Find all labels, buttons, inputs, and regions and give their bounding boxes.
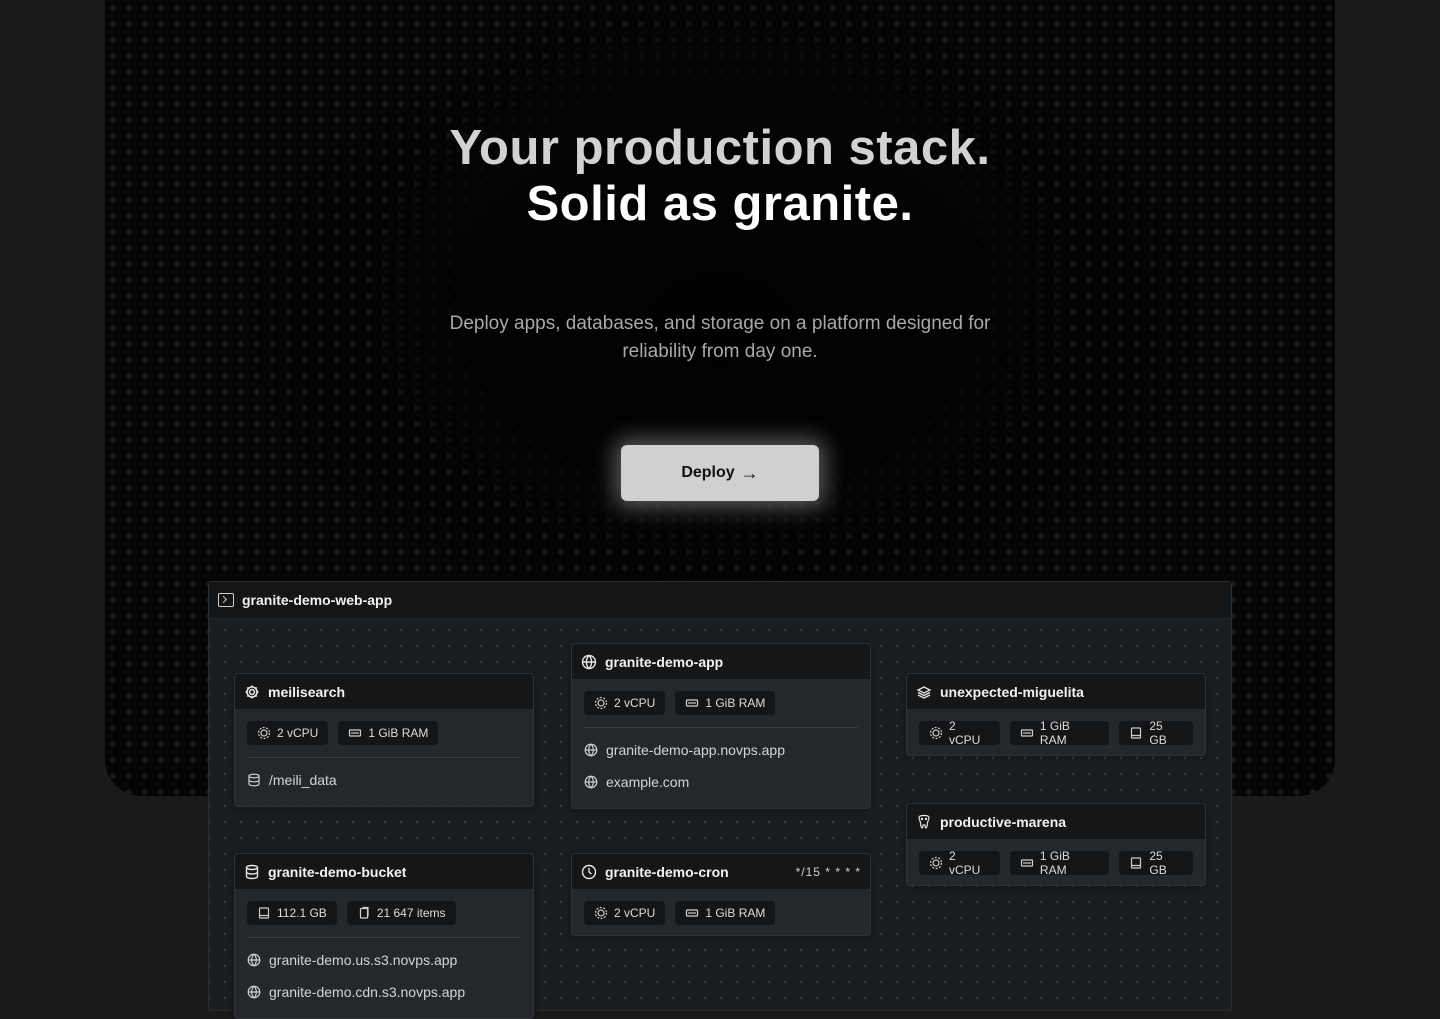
cpu-icon bbox=[929, 726, 943, 740]
disk-icon bbox=[1129, 856, 1143, 870]
domain-link[interactable]: granite-demo-app.novps.app bbox=[584, 734, 858, 766]
hero-subtitle: Deploy apps, databases, and storage on a… bbox=[449, 313, 991, 362]
cpu-icon bbox=[929, 856, 943, 870]
globe-icon bbox=[247, 985, 261, 999]
volume-path: /meili_data bbox=[269, 772, 337, 788]
deploy-button-label: Deploy bbox=[681, 464, 735, 481]
service-card-granite-demo-bucket[interactable]: granite-demo-bucket 112.1 GB 21 647 item… bbox=[234, 853, 534, 1019]
disk-chip: 25 GB bbox=[1119, 849, 1193, 877]
memory-icon bbox=[348, 726, 362, 740]
deploy-button[interactable]: Deploy → bbox=[621, 445, 819, 501]
memory-icon bbox=[685, 696, 699, 710]
cpu-chip: 2 vCPU bbox=[919, 849, 1000, 877]
card-header: productive-marena bbox=[907, 804, 1205, 839]
card-header: granite-demo-cron */15 * * * * bbox=[572, 854, 870, 889]
memory-icon bbox=[1020, 726, 1034, 740]
card-header: granite-demo-app bbox=[572, 644, 870, 679]
project-canvas: granite-demo-web-app meilisearch 2 vCPU … bbox=[208, 581, 1232, 1019]
card-title: granite-demo-bucket bbox=[268, 863, 407, 880]
layers-icon bbox=[916, 684, 932, 700]
cpu-icon bbox=[257, 726, 271, 740]
project-header[interactable]: granite-demo-web-app bbox=[209, 582, 1231, 619]
service-card-granite-demo-cron[interactable]: granite-demo-cron */15 * * * * 2 vCPU 1 … bbox=[571, 853, 871, 936]
gear-icon bbox=[244, 684, 260, 700]
cron-schedule: */15 * * * * bbox=[795, 864, 861, 879]
cpu-chip: 2 vCPU bbox=[584, 901, 666, 925]
cpu-chip: 2 vCPU bbox=[584, 691, 666, 715]
ram-chip: 1 GiB RAM bbox=[675, 901, 776, 925]
domain-link[interactable]: example.com bbox=[584, 766, 858, 798]
postgres-elephant-icon bbox=[916, 814, 932, 830]
size-chip: 112.1 GB bbox=[247, 901, 337, 925]
clock-icon bbox=[581, 864, 597, 880]
globe-icon bbox=[247, 953, 261, 967]
ram-chip: 1 GiB RAM bbox=[675, 691, 776, 715]
card-header: unexpected-miguelita bbox=[907, 674, 1205, 709]
card-title: meilisearch bbox=[268, 683, 346, 700]
memory-icon bbox=[1020, 856, 1034, 870]
service-card-productive-marena[interactable]: productive-marena 2 vCPU 1 GiB RAM 25 GB bbox=[906, 803, 1206, 886]
domain-link[interactable]: granite-demo.cdn.s3.novps.app bbox=[247, 976, 521, 1008]
items-chip: 21 647 items bbox=[346, 901, 456, 925]
globe-icon bbox=[584, 775, 598, 789]
domain-link[interactable]: granite-demo.us.s3.novps.app bbox=[247, 944, 521, 976]
disk-chip: 25 GB bbox=[1119, 719, 1193, 747]
project-name: granite-demo-web-app bbox=[242, 592, 393, 608]
cpu-icon bbox=[594, 696, 608, 710]
globe-icon bbox=[584, 743, 598, 757]
database-icon bbox=[244, 864, 260, 880]
disk-icon bbox=[1129, 726, 1143, 740]
disk-icon bbox=[257, 906, 271, 920]
card-header: granite-demo-bucket bbox=[235, 854, 533, 889]
cpu-chip: 2 vCPU bbox=[247, 721, 329, 745]
cpu-chip: 2 vCPU bbox=[919, 719, 1000, 747]
ram-chip: 1 GiB RAM bbox=[338, 721, 439, 745]
volume-row: /meili_data bbox=[247, 764, 521, 796]
arrow-right-icon: → bbox=[740, 463, 759, 483]
terminal-icon bbox=[218, 593, 234, 607]
service-card-granite-demo-app[interactable]: granite-demo-app 2 vCPU 1 GiB RAM granit… bbox=[571, 643, 871, 809]
service-card-meilisearch[interactable]: meilisearch 2 vCPU 1 GiB RAM /meili_data bbox=[234, 673, 534, 807]
hero-title: Your production stack. Solid as granite. bbox=[105, 120, 1335, 232]
card-title: unexpected-miguelita bbox=[940, 683, 1084, 700]
card-title: productive-marena bbox=[940, 813, 1067, 830]
memory-icon bbox=[685, 906, 699, 920]
hero-title-line1: Your production stack. bbox=[449, 121, 991, 175]
globe-icon bbox=[581, 654, 597, 670]
files-icon bbox=[357, 906, 371, 920]
ram-chip: 1 GiB RAM bbox=[1009, 849, 1110, 877]
card-title: granite-demo-app bbox=[605, 653, 724, 670]
hero-title-line2: Solid as granite. bbox=[526, 177, 914, 231]
ram-chip: 1 GiB RAM bbox=[1009, 719, 1110, 747]
database-icon bbox=[247, 773, 261, 787]
card-title: granite-demo-cron bbox=[605, 863, 729, 880]
cpu-icon bbox=[594, 906, 608, 920]
service-card-unexpected-miguelita[interactable]: unexpected-miguelita 2 vCPU 1 GiB RAM 25… bbox=[906, 673, 1206, 756]
card-header: meilisearch bbox=[235, 674, 533, 709]
